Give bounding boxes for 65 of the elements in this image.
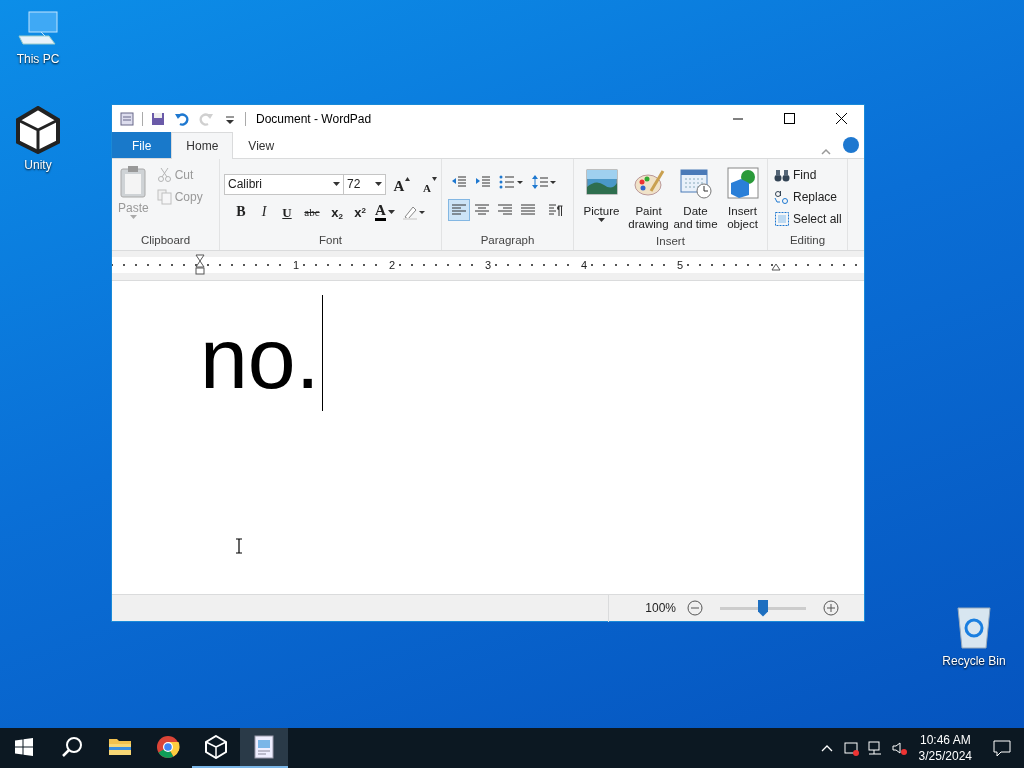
clock-time[interactable]: 10:46 AM xyxy=(919,732,971,748)
shrink-font-button[interactable]: A xyxy=(418,173,442,195)
computer-icon[interactable] xyxy=(15,10,61,48)
document-text: no. xyxy=(200,309,320,408)
paint-button[interactable]: Paint drawing xyxy=(625,163,672,233)
windows-logo-icon[interactable] xyxy=(15,738,33,756)
browser-icon xyxy=(156,735,180,759)
grow-font-button[interactable]: A xyxy=(390,173,414,195)
ribbon-tab[interactable]: View xyxy=(233,132,290,158)
caret-icon xyxy=(375,182,382,186)
zoom-level: 100% xyxy=(645,600,676,617)
subscript-button[interactable]: x$_{2}$ xyxy=(326,201,348,223)
clock-date[interactable]: 3/25/2024 xyxy=(918,748,972,764)
calendar-clock-icon xyxy=(679,167,712,199)
underline-button[interactable]: U xyxy=(276,201,298,223)
right-indent-marker-icon[interactable] xyxy=(771,263,781,271)
text-cursor-icon xyxy=(235,538,243,554)
maximize-icon[interactable] xyxy=(781,111,797,127)
copy-icon xyxy=(156,189,172,205)
cube-logo-icon xyxy=(204,735,228,759)
up-arrow-icon xyxy=(405,177,411,181)
indent-marker-icon[interactable] xyxy=(195,254,205,276)
italic-button[interactable]: I xyxy=(253,201,275,223)
ribbon-tab[interactable]: Home xyxy=(171,132,234,159)
desktop-icon-label[interactable]: Recycle Bin xyxy=(942,652,1006,670)
zoom-out-button[interactable] xyxy=(684,597,706,619)
replace-button[interactable]: Replace xyxy=(772,187,844,207)
selectall-button[interactable]: Select all xyxy=(772,209,844,229)
font-family-dropdown[interactable]: Calibri xyxy=(224,173,344,195)
close-icon[interactable] xyxy=(833,111,849,127)
search-icon[interactable] xyxy=(61,736,83,758)
align-left-icon[interactable] xyxy=(448,199,470,221)
cube-logo-icon[interactable] xyxy=(14,106,62,154)
group-label: Insert xyxy=(655,234,686,249)
object-button[interactable]: Insert object xyxy=(719,163,766,233)
datetime-button[interactable]: Date and time xyxy=(672,163,719,233)
group-label: Clipboard xyxy=(139,233,192,248)
select-all-icon xyxy=(774,211,790,227)
zoom-in-button[interactable] xyxy=(820,597,842,619)
strikethrough-button[interactable]: abc xyxy=(299,201,325,223)
binoculars-icon xyxy=(774,167,790,183)
font-size-dropdown[interactable]: 72 xyxy=(344,173,386,195)
replace-icon xyxy=(774,189,790,205)
file-menu-button[interactable]: File xyxy=(112,132,172,158)
group-label: Font xyxy=(318,233,343,248)
window-title: Document - WordPad xyxy=(256,111,373,128)
down-arrow-icon xyxy=(431,177,437,181)
caret-icon xyxy=(387,210,395,214)
text-color-button[interactable]: A xyxy=(372,201,398,223)
bold-button[interactable]: B xyxy=(230,201,252,223)
superscript-button[interactable]: x$^{2}$ xyxy=(349,201,371,223)
clipboard-icon xyxy=(118,165,149,199)
taskbar-app-button[interactable] xyxy=(240,728,288,768)
document-app-icon xyxy=(252,735,276,759)
caret-icon xyxy=(129,215,137,220)
slider-thumb[interactable] xyxy=(758,599,768,617)
scissors-icon xyxy=(156,167,172,183)
picture-button[interactable]: Picture xyxy=(578,163,625,233)
desktop-icon-label[interactable]: This PC xyxy=(16,50,60,68)
help-icon[interactable] xyxy=(842,136,860,154)
desktop-icon-label[interactable]: Unity xyxy=(24,156,52,174)
group-label: Editing xyxy=(788,233,827,248)
caret-icon xyxy=(333,182,340,186)
find-button[interactable]: Find xyxy=(772,165,844,185)
group-label: Paragraph xyxy=(479,233,536,248)
